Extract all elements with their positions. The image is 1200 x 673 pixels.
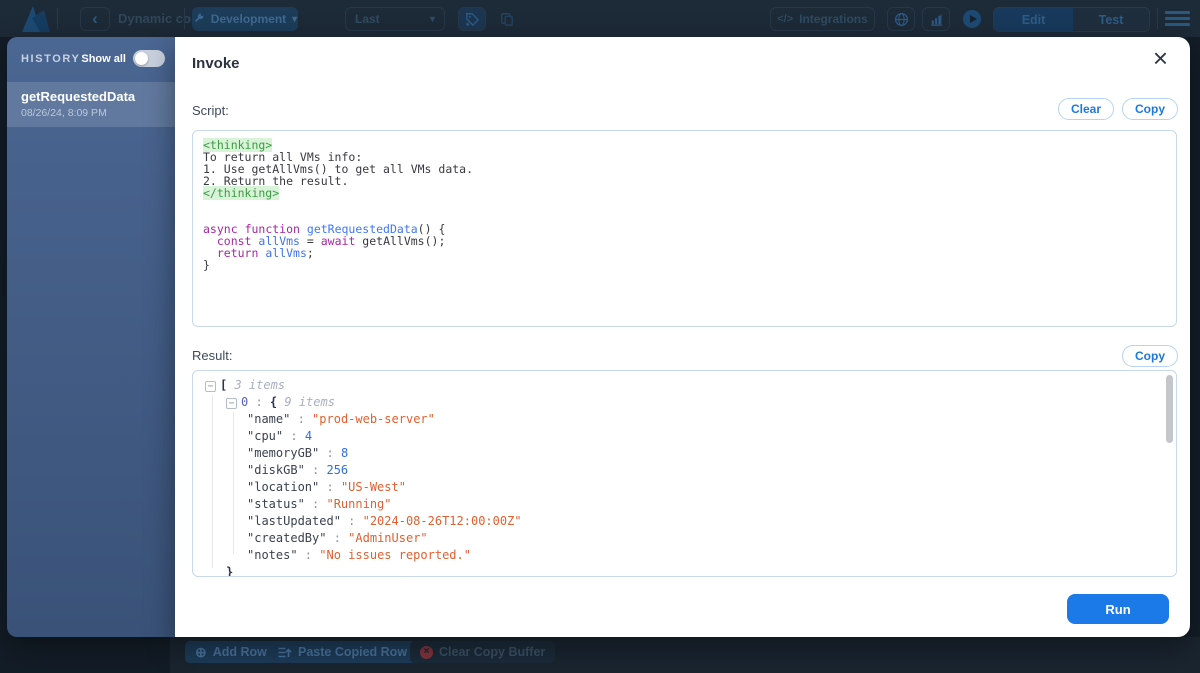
result-section-label: Result:	[192, 348, 232, 363]
history-header: HISTORY Show all	[7, 37, 175, 77]
history-title: HISTORY	[21, 53, 81, 65]
show-all-label: Show all	[81, 53, 126, 65]
invoke-modal: Invoke × Script: Clear Copy <thinking>To…	[175, 37, 1190, 637]
paste-copied-row-button[interactable]: Paste Copied Row	[267, 641, 417, 663]
wrench-icon	[193, 13, 205, 25]
view-dropdown[interactable]: Last ▾	[345, 7, 445, 31]
chevron-down-icon: ▾	[292, 14, 297, 25]
integrations-button[interactable]: </> Integrations	[770, 7, 875, 31]
divider	[184, 8, 185, 29]
history-item-name: getRequestedData	[21, 89, 161, 104]
collapse-toggle-icon[interactable]: −	[205, 381, 216, 392]
indent-guide	[233, 412, 234, 554]
paste-row-label: Paste Copied Row	[298, 645, 407, 659]
app-logo	[18, 4, 54, 34]
clear-copy-buffer-button[interactable]: × Clear Copy Buffer	[410, 641, 555, 663]
close-icon[interactable]: ×	[1153, 45, 1168, 71]
code-icon: </>	[777, 13, 793, 25]
tag-add-icon	[465, 12, 479, 26]
result-viewer: −[ 3 items−0 : { 9 items"name" : "prod-w…	[192, 370, 1177, 577]
history-item-selected[interactable]: getRequestedData 08/26/24, 8:09 PM	[7, 82, 175, 127]
script-clear-button[interactable]: Clear	[1058, 98, 1114, 120]
tab-test[interactable]: Test	[1073, 8, 1149, 31]
back-button[interactable]: ‹	[80, 7, 110, 31]
script-section-label: Script:	[192, 103, 229, 118]
back-chevron-icon: ‹	[92, 9, 98, 29]
result-tree: −[ 3 items−0 : { 9 items"name" : "prod-w…	[201, 377, 1168, 577]
show-all-toggle[interactable]	[133, 50, 165, 67]
analytics-button[interactable]	[922, 7, 950, 31]
clear-buffer-label: Clear Copy Buffer	[439, 645, 545, 659]
history-sidebar: HISTORY Show all getRequestedData 08/26/…	[7, 37, 175, 637]
edit-label: Edit	[1022, 13, 1046, 27]
add-tag-button[interactable]	[458, 7, 486, 31]
copy-button-dim[interactable]	[493, 7, 521, 31]
divider	[1157, 8, 1158, 29]
copy-icon	[500, 12, 514, 26]
add-row-label: Add Row	[213, 645, 267, 659]
collapse-toggle-icon[interactable]: −	[226, 398, 237, 409]
history-item-timestamp: 08/26/24, 8:09 PM	[21, 107, 161, 119]
view-dropdown-label: Last	[355, 12, 380, 26]
paste-icon	[277, 646, 292, 659]
script-editor[interactable]: <thinking>To return all VMs info:1. Use …	[192, 130, 1177, 327]
edit-test-segmented-control: Edit Test	[993, 7, 1150, 32]
chevron-down-icon: ▾	[430, 14, 435, 25]
toggle-knob	[135, 52, 148, 65]
divider	[57, 8, 58, 29]
script-copy-button[interactable]: Copy	[1122, 98, 1178, 120]
clear-x-icon: ×	[420, 646, 433, 659]
environment-dropdown[interactable]: Development ▾	[192, 7, 298, 31]
add-row-button[interactable]: ⊕ Add Row	[185, 641, 277, 663]
script-code: <thinking>To return all VMs info:1. Use …	[203, 139, 1166, 271]
indent-guide	[212, 395, 213, 568]
plus-circle-icon: ⊕	[195, 644, 207, 661]
tab-edit[interactable]: Edit	[994, 8, 1073, 31]
globe-button[interactable]	[887, 7, 915, 31]
bar-chart-icon	[929, 12, 944, 27]
menu-icon[interactable]	[1165, 11, 1190, 29]
result-copy-button[interactable]: Copy	[1122, 345, 1178, 367]
modal-title: Invoke	[192, 55, 240, 72]
environment-label: Development	[211, 12, 286, 26]
run-button[interactable]: Run	[1067, 594, 1169, 624]
globe-icon	[894, 12, 909, 27]
top-navigation-bar: ‹ Dynamic corpus Development ▾ Last ▾ </…	[0, 0, 1200, 37]
test-label: Test	[1099, 13, 1124, 27]
result-scrollbar[interactable]	[1166, 375, 1173, 443]
run-corpus-button[interactable]	[958, 7, 986, 31]
play-icon	[962, 9, 982, 29]
integrations-label: Integrations	[799, 12, 868, 26]
